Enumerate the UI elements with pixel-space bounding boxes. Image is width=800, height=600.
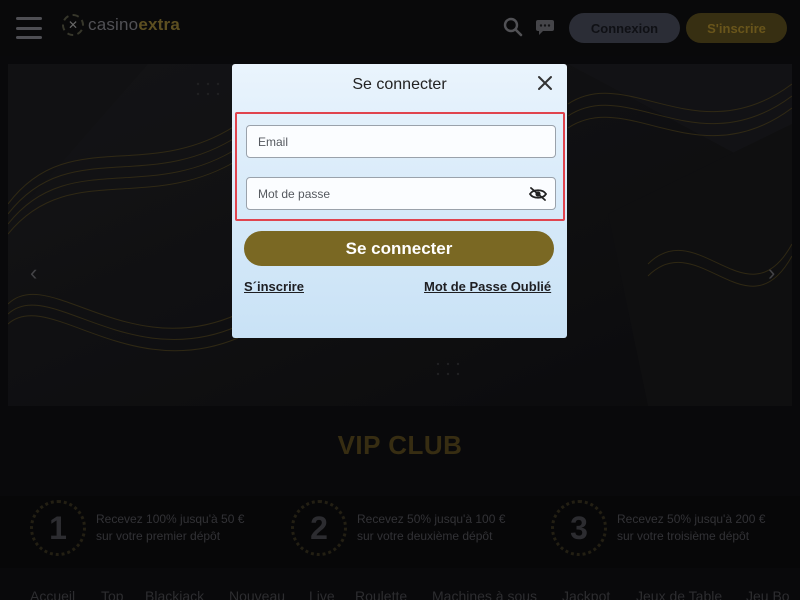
toggle-password-visibility-icon[interactable] — [529, 187, 547, 201]
signup-link[interactable]: S´inscrire — [244, 279, 304, 294]
login-modal: Se connecter Se connecter S´inscrire Mot… — [232, 64, 567, 338]
credentials-highlight — [235, 112, 565, 221]
password-field[interactable] — [246, 177, 556, 210]
submit-login-button[interactable]: Se connecter — [244, 231, 554, 266]
forgot-password-link[interactable]: Mot de Passe Oublié — [424, 279, 551, 294]
close-icon[interactable] — [536, 74, 554, 92]
email-field[interactable] — [246, 125, 556, 158]
modal-title: Se connecter — [352, 76, 447, 93]
